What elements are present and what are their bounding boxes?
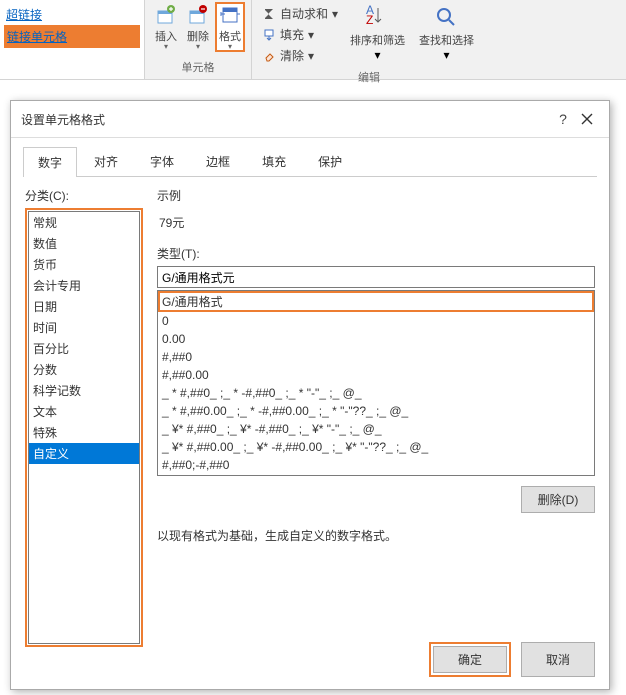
format-item[interactable]: #,##0.00 — [158, 366, 594, 384]
tab-alignment[interactable]: 对齐 — [79, 146, 133, 176]
format-icon — [219, 4, 241, 26]
tab-font[interactable]: 字体 — [135, 146, 189, 176]
tab-number[interactable]: 数字 — [23, 147, 77, 177]
format-item[interactable]: _ ¥* #,##0_ ;_ ¥* -#,##0_ ;_ ¥* "-"_ ;_ … — [158, 420, 594, 438]
format-item[interactable]: 0.00 — [158, 330, 594, 348]
dropdown-icon: ▾ — [444, 48, 450, 62]
edit-group: 自动求和 ▾ 填充 ▾ 清除 ▾ AZ 排序和筛选 ▾ 查找和选择 ▾ — [252, 0, 486, 79]
sigma-icon — [262, 7, 276, 21]
ribbon: 超链接 链接单元格 插入 ▾ 删除 ▾ 格式 — [0, 0, 626, 80]
dialog-titlebar: 设置单元格格式 ? — [11, 101, 609, 138]
format-list[interactable]: G/通用格式00.00#,##0#,##0.00_ * #,##0_ ;_ * … — [157, 290, 595, 476]
delete-format-button[interactable]: 删除(D) — [521, 486, 595, 513]
format-item[interactable]: #,##0 — [158, 348, 594, 366]
help-button[interactable]: ? — [551, 107, 575, 131]
format-button[interactable]: 格式 ▾ — [215, 2, 245, 52]
eraser-icon — [262, 49, 276, 63]
category-item[interactable]: 科学记数 — [29, 380, 139, 401]
dropdown-icon: ▾ — [375, 48, 381, 62]
fill-button[interactable]: 填充 ▾ — [260, 25, 340, 44]
close-icon — [581, 113, 593, 125]
ok-button[interactable]: 确定 — [433, 646, 507, 673]
category-item[interactable]: 自定义 — [29, 443, 139, 464]
dropdown-icon: ▾ — [164, 44, 168, 50]
format-item[interactable]: G/通用格式 — [158, 291, 594, 312]
sort-filter-button[interactable]: AZ 排序和筛选 ▾ — [344, 2, 411, 64]
category-item[interactable]: 分数 — [29, 359, 139, 380]
dialog-footer: 确定 取消 — [429, 642, 595, 677]
find-select-button[interactable]: 查找和选择 ▾ — [413, 2, 480, 64]
edit-group-label: 编辑 — [358, 67, 380, 87]
type-input[interactable] — [157, 266, 595, 288]
delete-button[interactable]: 删除 ▾ — [183, 2, 213, 52]
category-item[interactable]: 特殊 — [29, 422, 139, 443]
sample-label: 示例 — [157, 187, 595, 204]
dropdown-icon: ▾ — [196, 44, 200, 50]
dialog-body: 分类(C): 常规数值货币会计专用日期时间百分比分数科学记数文本特殊自定义 示例… — [11, 177, 609, 657]
category-item[interactable]: 数值 — [29, 233, 139, 254]
tab-protection[interactable]: 保护 — [303, 146, 357, 176]
category-item[interactable]: 常规 — [29, 212, 139, 233]
svg-text:Z: Z — [366, 13, 373, 27]
link-hyperlink[interactable]: 超链接 — [4, 4, 140, 25]
format-cells-dialog: 设置单元格格式 ? 数字 对齐 字体 边框 填充 保护 分类(C): 常规数值货… — [10, 100, 610, 690]
fill-down-icon — [262, 28, 276, 42]
edit-small-buttons: 自动求和 ▾ 填充 ▾ 清除 ▾ — [258, 2, 342, 67]
autosum-button[interactable]: 自动求和 ▾ — [260, 4, 340, 23]
dialog-title: 设置单元格格式 — [21, 111, 551, 128]
sort-icon: AZ — [364, 4, 392, 32]
close-button[interactable] — [575, 107, 599, 131]
category-item[interactable]: 文本 — [29, 401, 139, 422]
delete-icon — [187, 4, 209, 26]
link-linked-cell[interactable]: 链接单元格 — [4, 25, 140, 48]
format-item[interactable]: #,##0;[红色]-#,##0 — [158, 474, 594, 476]
insert-button[interactable]: 插入 ▾ — [151, 2, 181, 52]
search-icon — [433, 4, 461, 32]
cancel-button[interactable]: 取消 — [521, 642, 595, 677]
category-list[interactable]: 常规数值货币会计专用日期时间百分比分数科学记数文本特殊自定义 — [28, 211, 140, 644]
format-item[interactable]: _ ¥* #,##0.00_ ;_ ¥* -#,##0.00_ ;_ ¥* "-… — [158, 438, 594, 456]
category-item[interactable]: 时间 — [29, 317, 139, 338]
sample-value: 79元 — [157, 208, 595, 235]
format-item[interactable]: 0 — [158, 312, 594, 330]
insert-icon — [155, 4, 177, 26]
hint-text: 以现有格式为基础，生成自定义的数字格式。 — [157, 527, 595, 544]
category-item[interactable]: 会计专用 — [29, 275, 139, 296]
tab-fill[interactable]: 填充 — [247, 146, 301, 176]
cells-group: 插入 ▾ 删除 ▾ 格式 ▾ 单元格 — [145, 0, 252, 79]
category-label: 分类(C): — [25, 187, 143, 204]
category-item[interactable]: 百分比 — [29, 338, 139, 359]
name-box-panel: 超链接 链接单元格 — [0, 0, 145, 79]
format-item[interactable]: #,##0;-#,##0 — [158, 456, 594, 474]
format-item[interactable]: _ * #,##0.00_ ;_ * -#,##0.00_ ;_ * "-"??… — [158, 402, 594, 420]
type-label: 类型(T): — [157, 245, 595, 262]
tab-border[interactable]: 边框 — [191, 146, 245, 176]
clear-button[interactable]: 清除 ▾ — [260, 46, 340, 65]
cells-group-label: 单元格 — [182, 57, 215, 77]
category-item[interactable]: 日期 — [29, 296, 139, 317]
format-item[interactable]: _ * #,##0_ ;_ * -#,##0_ ;_ * "-"_ ;_ @_ — [158, 384, 594, 402]
dropdown-icon: ▾ — [228, 44, 232, 50]
category-item[interactable]: 货币 — [29, 254, 139, 275]
dialog-tabs: 数字 对齐 字体 边框 填充 保护 — [23, 146, 597, 177]
